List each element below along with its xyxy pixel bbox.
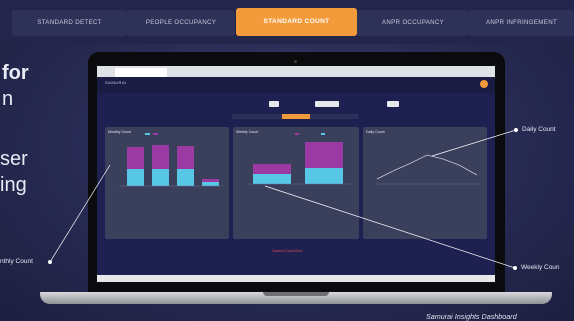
dashboard-caption: Samurai Insights Dashboard [426, 312, 517, 321]
weekly-count-callout: Weekly Coun [521, 264, 560, 271]
monthly-count-callout: nthly Count [0, 258, 33, 265]
callout-dot [513, 266, 517, 270]
callout-line-monthly [49, 164, 111, 263]
daily-count-callout: Daily Count [522, 126, 556, 133]
callout-line-daily [431, 129, 517, 157]
callout-dot [514, 128, 518, 132]
callout-line-weekly [264, 185, 516, 269]
callout-lines [49, 129, 517, 269]
callout-dot [48, 260, 52, 264]
